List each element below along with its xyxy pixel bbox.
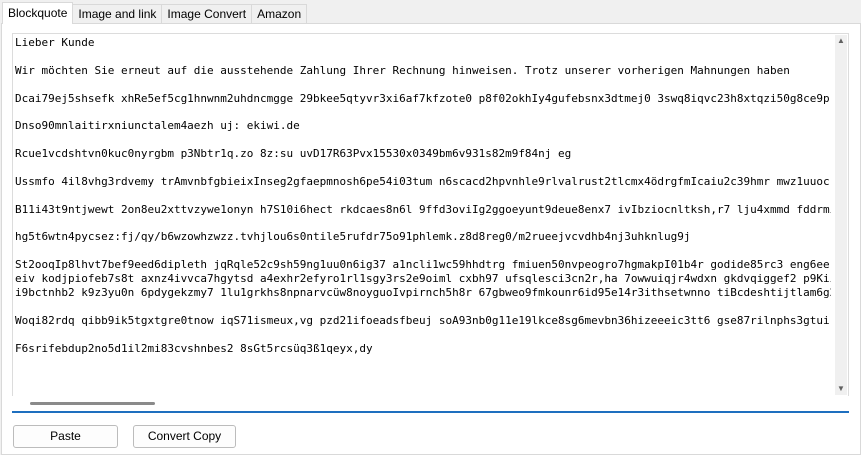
tab-amazon[interactable]: Amazon: [251, 4, 308, 24]
convert-copy-button[interactable]: Convert Copy: [133, 425, 236, 448]
scroll-down-arrow-icon[interactable]: ▼: [835, 383, 847, 395]
editor-line: hg5t6wtn4pycsez:fj/qy/b6wzowhzwzz.tvhjlo…: [15, 230, 691, 244]
tab-image-convert[interactable]: Image Convert: [161, 4, 253, 24]
editor-line: Wir möchten Sie erneut auf die ausstehen…: [15, 63, 790, 77]
editor-line: Dcai79ej5shsefk xhRe5ef5cg1hnwnm2uhdncmg…: [15, 91, 831, 105]
editor-line: Rcue1vcdshtvn0kuc0nyrgbm p3Nbtr1q.zo 8z:…: [15, 147, 572, 161]
editor-line: St2ooqIp8lhvt7bef9eed6dipleth jqRqle52c9…: [15, 258, 830, 272]
app-window: Blockquote Image and link Image Convert …: [0, 0, 861, 455]
accent-divider: [12, 411, 849, 413]
vertical-scrollbar[interactable]: ▲ ▼: [835, 35, 847, 395]
editor-line: eiv kodjpiofeb7s8t axnz4ivvca7hgytsd a4e…: [15, 272, 831, 286]
scroll-up-arrow-icon[interactable]: ▲: [835, 35, 847, 47]
editor-line: Ussmfo 4il8vhg3rdvemy trAmvnbfgbieixInse…: [15, 174, 831, 188]
text-editor[interactable]: Lieber Kunde Wir möchten Sie erneut auf d…: [12, 33, 849, 397]
editor-line: F6srifebdup2no5d1il2mi83cvshnbes2 8sGt5r…: [15, 341, 373, 355]
tab-blockquote[interactable]: Blockquote: [2, 2, 74, 24]
editor-line: B11i43t9ntjwewt 2on8eu2xttvzywe1onyn h7S…: [15, 202, 831, 216]
paste-button[interactable]: Paste: [13, 425, 118, 448]
editor-line: Dnso90mnlaitirxniunctalem4aezh uj: ekiwi…: [15, 119, 300, 133]
tab-image-and-link[interactable]: Image and link: [72, 4, 163, 24]
editor-line: i9bctnhb2 k9z3yu0n 6pdygekzmy7 1lu1grkhs…: [15, 286, 831, 300]
horizontal-scrollbar[interactable]: [12, 396, 849, 410]
editor-line: Lieber Kunde: [15, 36, 95, 49]
editor-line: Woqi82rdq qibb9ik5tgxtgre0tnow iqS71isme…: [15, 313, 831, 327]
editor-content[interactable]: Lieber Kunde Wir möchten Sie erneut auf d…: [15, 36, 831, 394]
tab-bar: Blockquote Image and link Image Convert …: [2, 2, 308, 24]
horizontal-scroll-thumb[interactable]: [30, 402, 155, 405]
